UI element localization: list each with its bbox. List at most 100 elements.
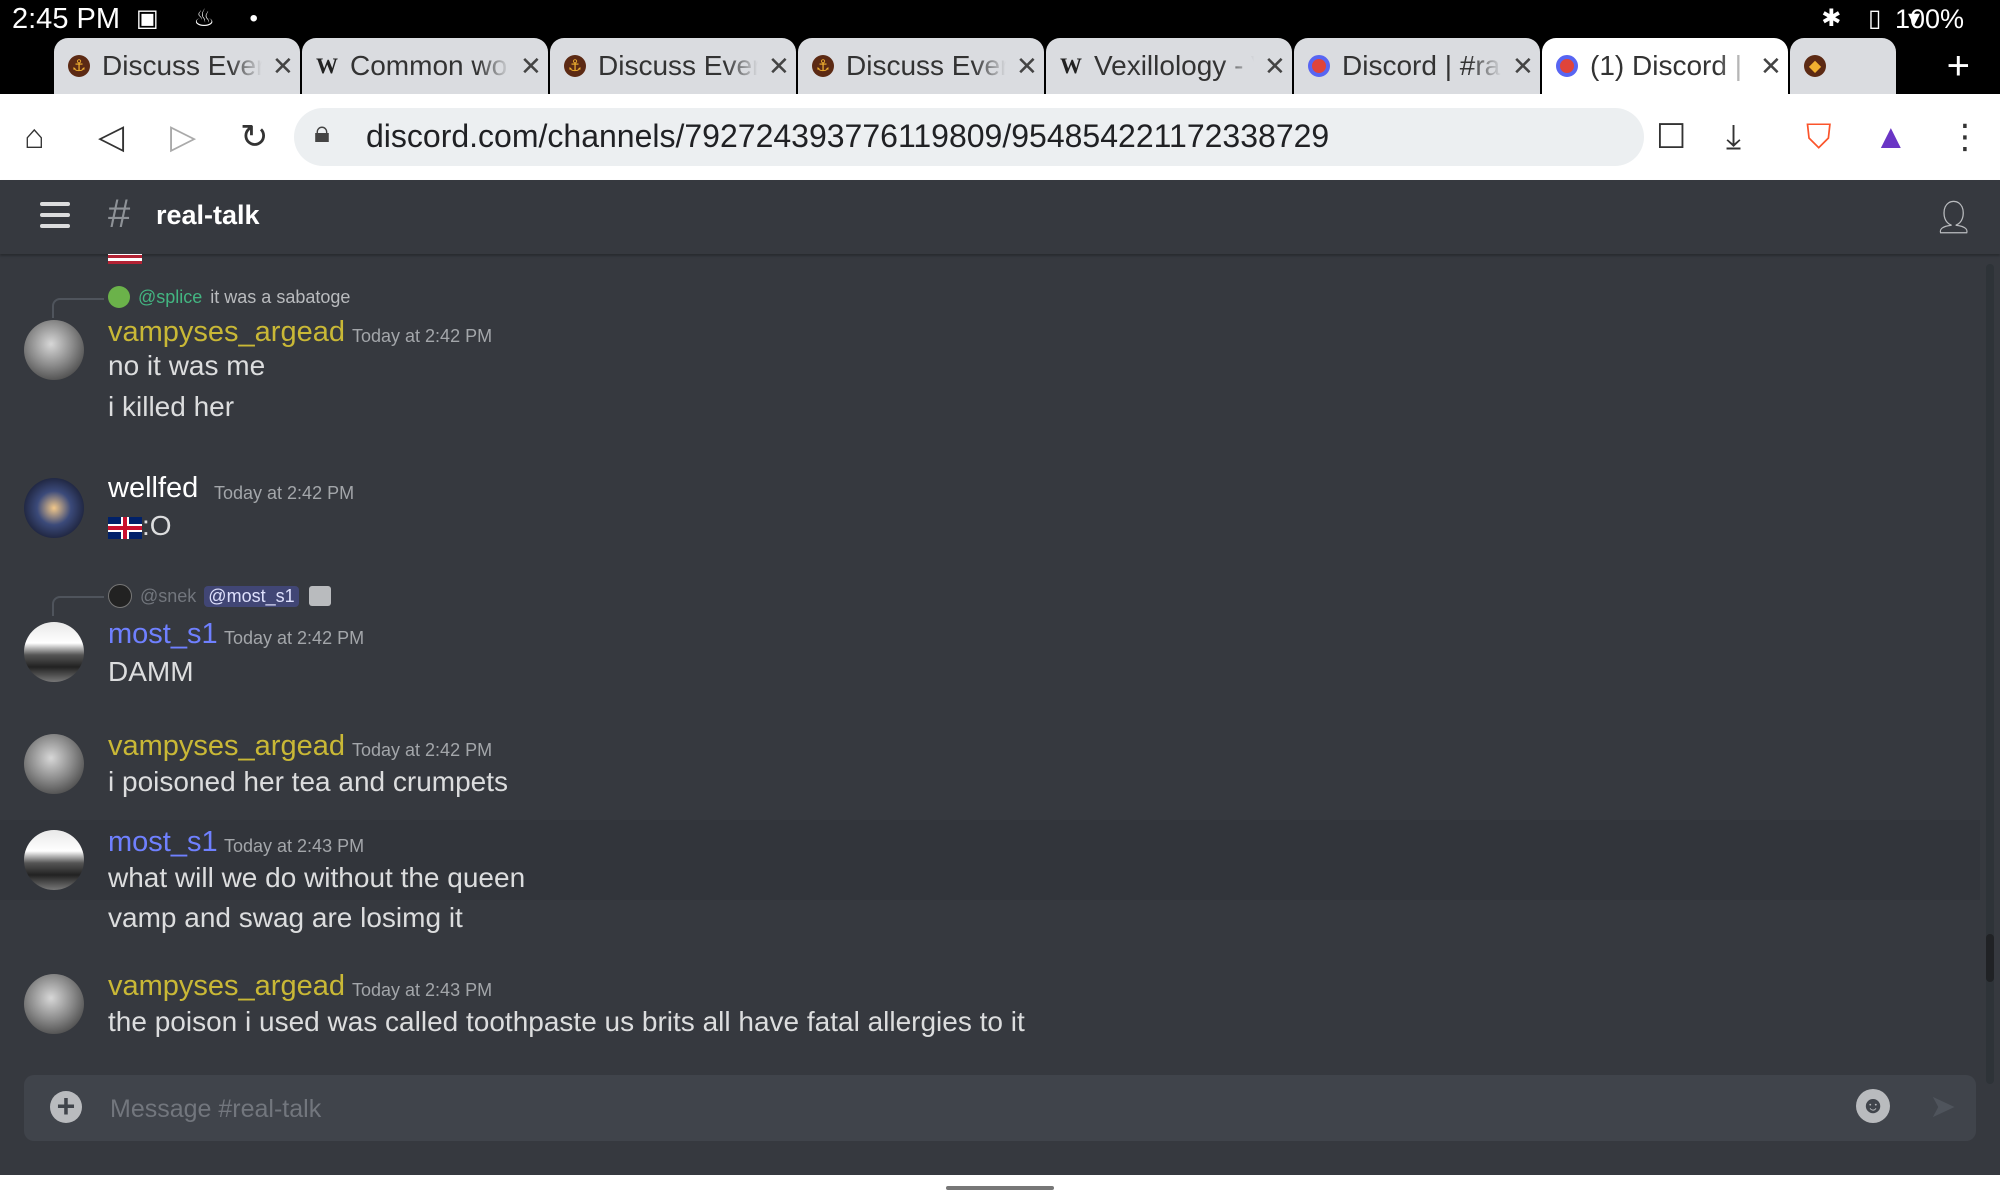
image-attachment-icon xyxy=(308,586,331,606)
message-timestamp: Today at 2:42 PM xyxy=(224,628,365,648)
home-icon[interactable]: ⌂ xyxy=(24,112,45,162)
message-timestamp: Today at 2:42 PM xyxy=(352,740,493,760)
address-bar[interactable]: 🔒︎ discord.com/channels/7927243937761198… xyxy=(294,108,1644,166)
message-text: i poisoned her tea and crumpets xyxy=(108,766,509,797)
message-author[interactable]: vampyses_argead xyxy=(108,730,345,763)
brave-rewards-icon[interactable]: ▲ xyxy=(1874,112,1908,162)
user-mention[interactable]: @most_s1 xyxy=(204,585,299,607)
message-text: no it was me xyxy=(108,350,266,381)
browser-toolbar: ⌂ ◁ ▷ ↻ 🔒︎ discord.com/channels/79272439… xyxy=(0,94,2000,180)
message-author[interactable]: vampyses_argead xyxy=(108,316,345,349)
tab-title: Vexillology - V xyxy=(1094,50,1254,81)
channel-name: real-talk xyxy=(156,200,260,230)
members-icon[interactable]: 👤︎ xyxy=(1933,198,1974,236)
gesture-nav-bar xyxy=(0,1175,2000,1200)
message-author[interactable]: wellfed xyxy=(108,472,198,505)
reply-text: it was a sabatoge xyxy=(210,286,351,307)
message-timestamp: Today at 2:42 PM xyxy=(352,326,493,346)
tab-partial[interactable]: ◆ xyxy=(1790,38,1896,94)
wikipedia-icon: W xyxy=(1060,53,1082,78)
status-time: 2:45 PM xyxy=(12,3,120,35)
tab-strip: ⚓ Discuss Ever ✕ W Common wo ✕ ⚓ Discuss… xyxy=(0,38,2000,94)
avatar[interactable] xyxy=(24,734,84,794)
tab-discord-active[interactable]: (1) Discord | ✕ xyxy=(1542,38,1788,94)
avatar[interactable] xyxy=(24,974,84,1034)
emoji-picker-icon[interactable]: ☻ xyxy=(1856,1089,1890,1123)
tab-discuss-2[interactable]: ⚓ Discuss Ever ✕ xyxy=(550,38,796,94)
close-icon[interactable]: ✕ xyxy=(1016,51,1038,82)
ship-icon: ⚓ xyxy=(564,55,586,77)
reply-connector xyxy=(52,596,104,616)
tab-discuss-3[interactable]: ⚓ Discuss Ever ✕ xyxy=(798,38,1044,94)
message-text: the poison i used was called toothpaste … xyxy=(108,1006,1025,1037)
reply-username[interactable]: @splice xyxy=(138,287,202,308)
discord-app: # real-talk 👤︎ @splice it was a sabatoge… xyxy=(0,180,2000,1175)
ship-icon: ⚓ xyxy=(68,55,90,77)
discord-icon xyxy=(1308,55,1330,77)
send-icon[interactable]: ➤ xyxy=(1929,1087,1956,1125)
back-icon[interactable]: ◁ xyxy=(98,112,124,162)
battery-level: 100% xyxy=(1894,4,1964,34)
menu-icon[interactable]: ⋮ xyxy=(1948,112,1982,162)
message-continuation: vamp and swag are losimg it xyxy=(0,900,1980,940)
tab-discord-1[interactable]: Discord | #ra ✕ xyxy=(1294,38,1540,94)
tab-discuss-1[interactable]: ⚓ Discuss Ever ✕ xyxy=(54,38,300,94)
message: vampyses_argead Today at 2:42 PM i poiso… xyxy=(0,724,1980,804)
discord-icon xyxy=(1556,55,1578,77)
avatar xyxy=(108,286,130,308)
close-icon[interactable]: ✕ xyxy=(1512,51,1534,82)
scrollbar-thumb[interactable] xyxy=(1986,934,1994,982)
tab-title: Discord | #ra xyxy=(1342,50,1501,81)
cup-icon: ◆ xyxy=(1804,55,1826,77)
message: @splice it was a sabatoge vampyses_argea… xyxy=(0,284,1980,422)
brave-shield-icon[interactable]: ⛉ xyxy=(1806,112,1832,162)
message-author[interactable]: most_s1 xyxy=(108,618,218,651)
download-icon[interactable]: ⤓ xyxy=(1726,112,1741,162)
close-icon[interactable]: ✕ xyxy=(1264,51,1286,82)
message: wellfed Today at 2:42 PM :O xyxy=(0,472,1980,562)
attach-plus-icon[interactable]: + xyxy=(50,1090,82,1123)
new-tab-button[interactable]: + xyxy=(1947,44,1970,89)
avatar[interactable] xyxy=(24,320,84,380)
reply-connector xyxy=(52,298,104,318)
gesture-handle[interactable] xyxy=(946,1186,1054,1190)
tab-wikipedia-common[interactable]: W Common wo ✕ xyxy=(302,38,548,94)
message-text: what will we do without the queen xyxy=(108,862,526,893)
tab-title: Discuss Ever xyxy=(102,50,262,81)
close-icon[interactable]: ✕ xyxy=(272,51,294,82)
avatar[interactable] xyxy=(24,622,84,682)
channel-hash-icon: # xyxy=(108,192,131,236)
message-timestamp: Today at 2:42 PM xyxy=(214,483,355,503)
tab-title: Discuss Ever xyxy=(846,50,1006,81)
avatar[interactable] xyxy=(24,830,84,890)
tab-wikipedia-vexillology[interactable]: W Vexillology - V ✕ xyxy=(1046,38,1292,94)
message-text: i killed her xyxy=(108,391,235,422)
tab-title: Discuss Ever xyxy=(598,50,758,81)
avatar[interactable] xyxy=(24,478,84,538)
message-list[interactable]: @splice it was a sabatoge vampyses_argea… xyxy=(0,254,2000,1104)
bookmark-icon[interactable]: ☐ xyxy=(1656,112,1686,162)
reply-preview[interactable]: @splice it was a sabatoge xyxy=(108,286,350,308)
forward-icon[interactable]: ▷ xyxy=(170,112,196,162)
message-text: :O xyxy=(142,510,172,541)
close-icon[interactable]: ✕ xyxy=(768,51,790,82)
flag-emoji-partial xyxy=(108,254,142,264)
message-input[interactable] xyxy=(108,1085,1812,1133)
message-hovered: most_s1 Today at 2:43 PM what will we do… xyxy=(0,820,1980,900)
message-timestamp: Today at 2:43 PM xyxy=(352,980,493,1000)
message-author[interactable]: vampyses_argead xyxy=(108,970,345,1003)
close-icon[interactable]: ✕ xyxy=(520,51,542,82)
close-icon[interactable]: ✕ xyxy=(1760,51,1782,82)
notification-icons: ▣ ♨ • xyxy=(136,5,272,32)
reply-preview[interactable]: @snek @most_s1 xyxy=(108,584,331,608)
reply-username[interactable]: @snek xyxy=(140,586,196,607)
message-author[interactable]: most_s1 xyxy=(108,826,218,859)
message-composer: + ☻ ➤ xyxy=(24,1075,1976,1141)
reload-icon[interactable]: ↻ xyxy=(240,112,269,162)
message: @snek @most_s1 most_s1 Today at 2:42 PM … xyxy=(0,582,1980,702)
hamburger-menu-icon[interactable] xyxy=(40,202,70,235)
uk-flag-emoji xyxy=(108,516,142,539)
url-text[interactable]: discord.com/channels/792724393776119809/… xyxy=(366,118,1329,155)
ship-icon: ⚓ xyxy=(812,55,834,77)
avatar xyxy=(108,584,132,608)
